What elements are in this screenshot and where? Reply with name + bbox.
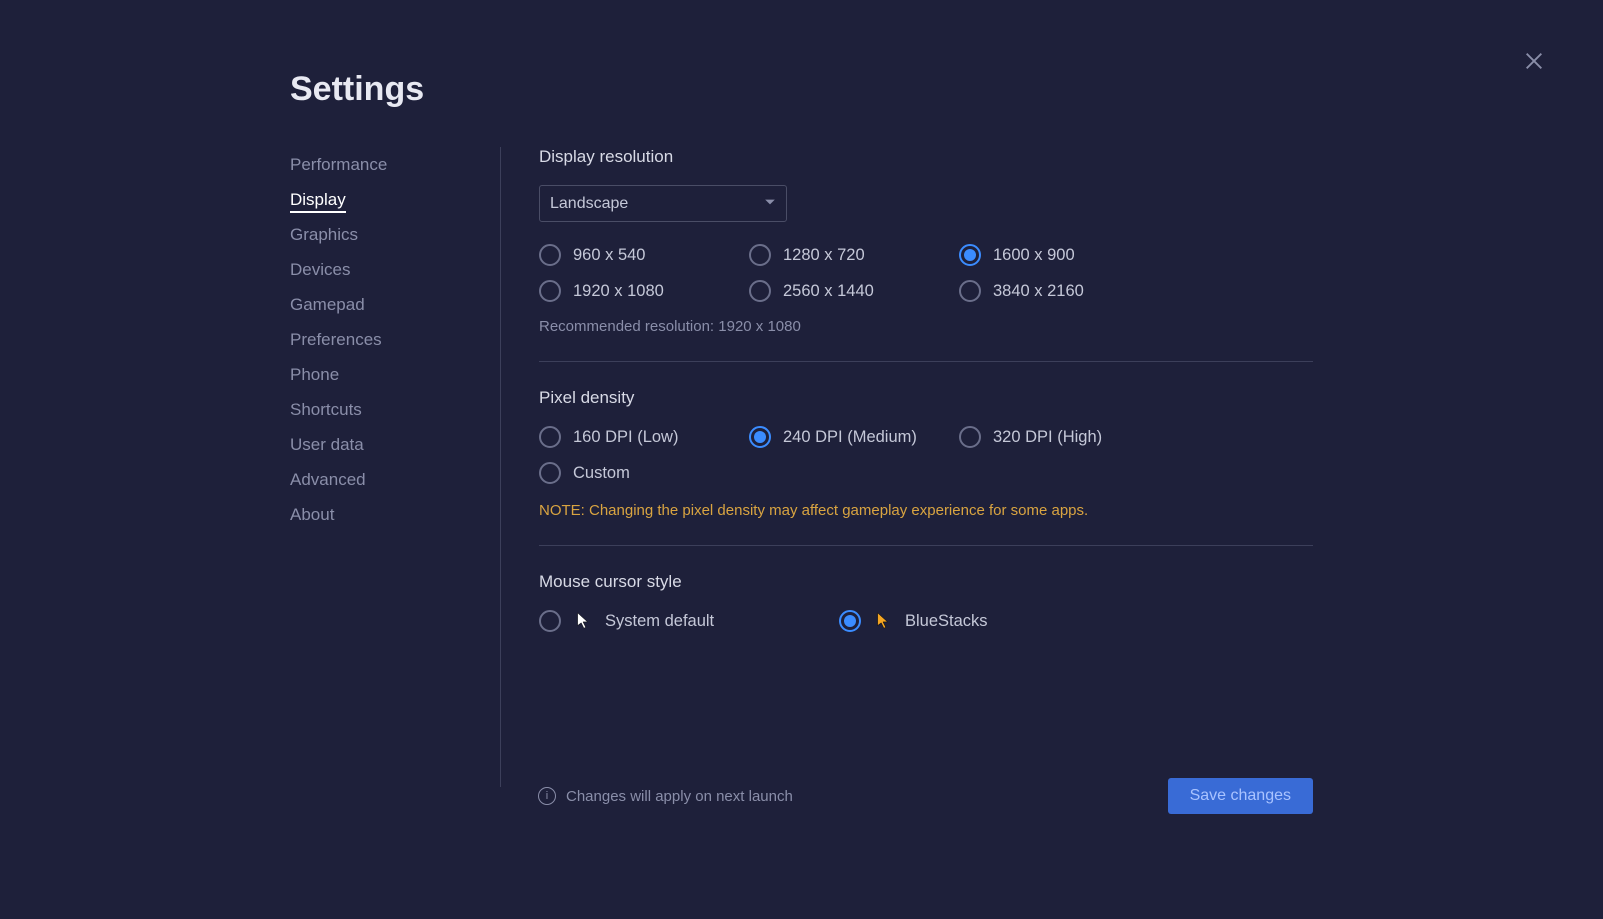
sidebar-item-display[interactable]: Display [290, 182, 500, 217]
dropdown-caret-icon [764, 195, 776, 213]
resolution-options: 960 x 540 1280 x 720 1600 x 900 1920 x 1… [539, 244, 1313, 302]
radio-dot-icon [749, 280, 771, 302]
radio-dot-icon [539, 462, 561, 484]
cursor-option-bluestacks[interactable]: BlueStacks [839, 610, 1099, 632]
density-option-240[interactable]: 240 DPI (Medium) [749, 426, 959, 448]
cursor-options: System default BlueStacks [539, 610, 1099, 632]
page-title: Settings [290, 70, 1313, 109]
radio-dot-icon [959, 244, 981, 266]
resolution-option-1920x1080[interactable]: 1920 x 1080 [539, 280, 749, 302]
density-options: 160 DPI (Low) 240 DPI (Medium) 320 DPI (… [539, 426, 1313, 484]
sidebar-item-graphics[interactable]: Graphics [290, 217, 500, 252]
settings-footer: i Changes will apply on next launch Save… [538, 778, 1313, 814]
resolution-option-3840x2160[interactable]: 3840 x 2160 [959, 280, 1169, 302]
sidebar-item-gamepad[interactable]: Gamepad [290, 287, 500, 322]
sidebar-item-devices[interactable]: Devices [290, 252, 500, 287]
sidebar-item-about[interactable]: About [290, 497, 500, 532]
close-button[interactable] [1523, 50, 1545, 77]
resolution-recommended-hint: Recommended resolution: 1920 x 1080 [539, 318, 1313, 335]
density-option-160[interactable]: 160 DPI (Low) [539, 426, 749, 448]
mouse-cursor-heading: Mouse cursor style [539, 572, 1313, 592]
radio-dot-icon [539, 610, 561, 632]
radio-dot-icon [539, 244, 561, 266]
resolution-option-2560x1440[interactable]: 2560 x 1440 [749, 280, 959, 302]
orientation-select-value: Landscape [550, 195, 628, 213]
save-changes-button[interactable]: Save changes [1168, 778, 1313, 814]
resolution-option-1280x720[interactable]: 1280 x 720 [749, 244, 959, 266]
sidebar-divider [500, 147, 501, 787]
density-option-custom[interactable]: Custom [539, 462, 749, 484]
sidebar-item-shortcuts[interactable]: Shortcuts [290, 392, 500, 427]
sidebar-item-preferences[interactable]: Preferences [290, 322, 500, 357]
section-divider [539, 361, 1313, 362]
radio-dot-icon [749, 244, 771, 266]
sidebar-item-performance[interactable]: Performance [290, 147, 500, 182]
orientation-select[interactable]: Landscape [539, 185, 787, 222]
cursor-option-system[interactable]: System default [539, 610, 799, 632]
resolution-option-1600x900[interactable]: 1600 x 900 [959, 244, 1169, 266]
display-resolution-heading: Display resolution [539, 147, 1313, 167]
density-option-320[interactable]: 320 DPI (High) [959, 426, 1169, 448]
pixel-density-heading: Pixel density [539, 388, 1313, 408]
settings-sidebar: Performance Display Graphics Devices Gam… [290, 147, 500, 787]
close-icon [1523, 58, 1545, 76]
sidebar-item-user-data[interactable]: User data [290, 427, 500, 462]
system-cursor-icon [573, 611, 593, 631]
sidebar-item-advanced[interactable]: Advanced [290, 462, 500, 497]
radio-dot-icon [539, 280, 561, 302]
radio-dot-icon [539, 426, 561, 448]
density-warning-text: NOTE: Changing the pixel density may aff… [539, 502, 1313, 519]
radio-dot-icon [959, 280, 981, 302]
section-divider [539, 545, 1313, 546]
footer-notice: Changes will apply on next launch [566, 788, 793, 805]
info-icon: i [538, 787, 556, 805]
radio-dot-icon [749, 426, 771, 448]
settings-content: Display resolution Landscape 960 x 540 1… [539, 147, 1313, 787]
radio-dot-icon [959, 426, 981, 448]
radio-dot-icon [839, 610, 861, 632]
bluestacks-cursor-icon [873, 611, 893, 631]
resolution-option-960x540[interactable]: 960 x 540 [539, 244, 749, 266]
sidebar-item-phone[interactable]: Phone [290, 357, 500, 392]
